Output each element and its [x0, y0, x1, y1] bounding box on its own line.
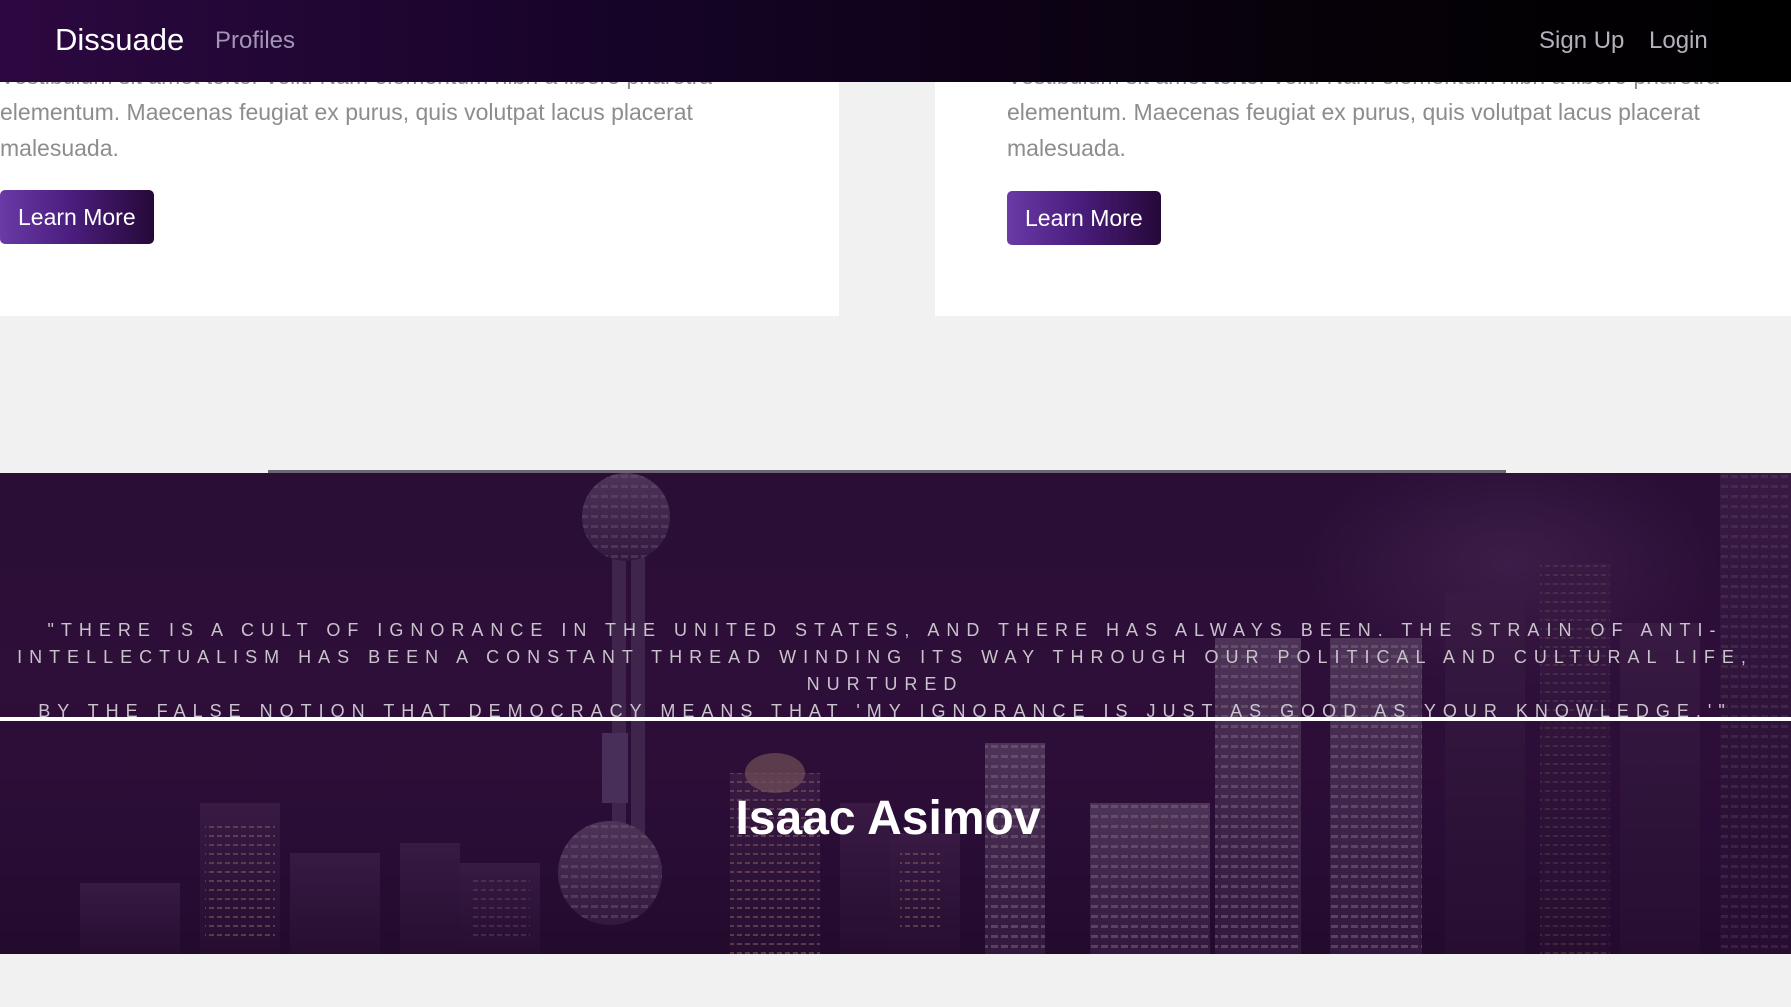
brand-logo-link[interactable]: Dissuade — [55, 22, 184, 58]
quote-author: Isaac Asimov — [735, 792, 1041, 845]
top-navbar: Dissuade Profiles Sign Up Login — [0, 0, 1791, 82]
quote-hero-section: "There is a cult of ignorance in the Uni… — [0, 473, 1791, 954]
nav-profiles-link[interactable]: Profiles — [215, 26, 295, 56]
learn-more-button[interactable]: Learn More — [0, 190, 154, 244]
quote-divider — [0, 717, 1791, 721]
learn-more-button[interactable]: Learn More — [1007, 191, 1161, 245]
nav-signup-link[interactable]: Sign Up — [1539, 26, 1624, 56]
quote-text: "There is a cult of ignorance in the Uni… — [17, 620, 1753, 721]
nav-login-link[interactable]: Login — [1649, 26, 1708, 56]
